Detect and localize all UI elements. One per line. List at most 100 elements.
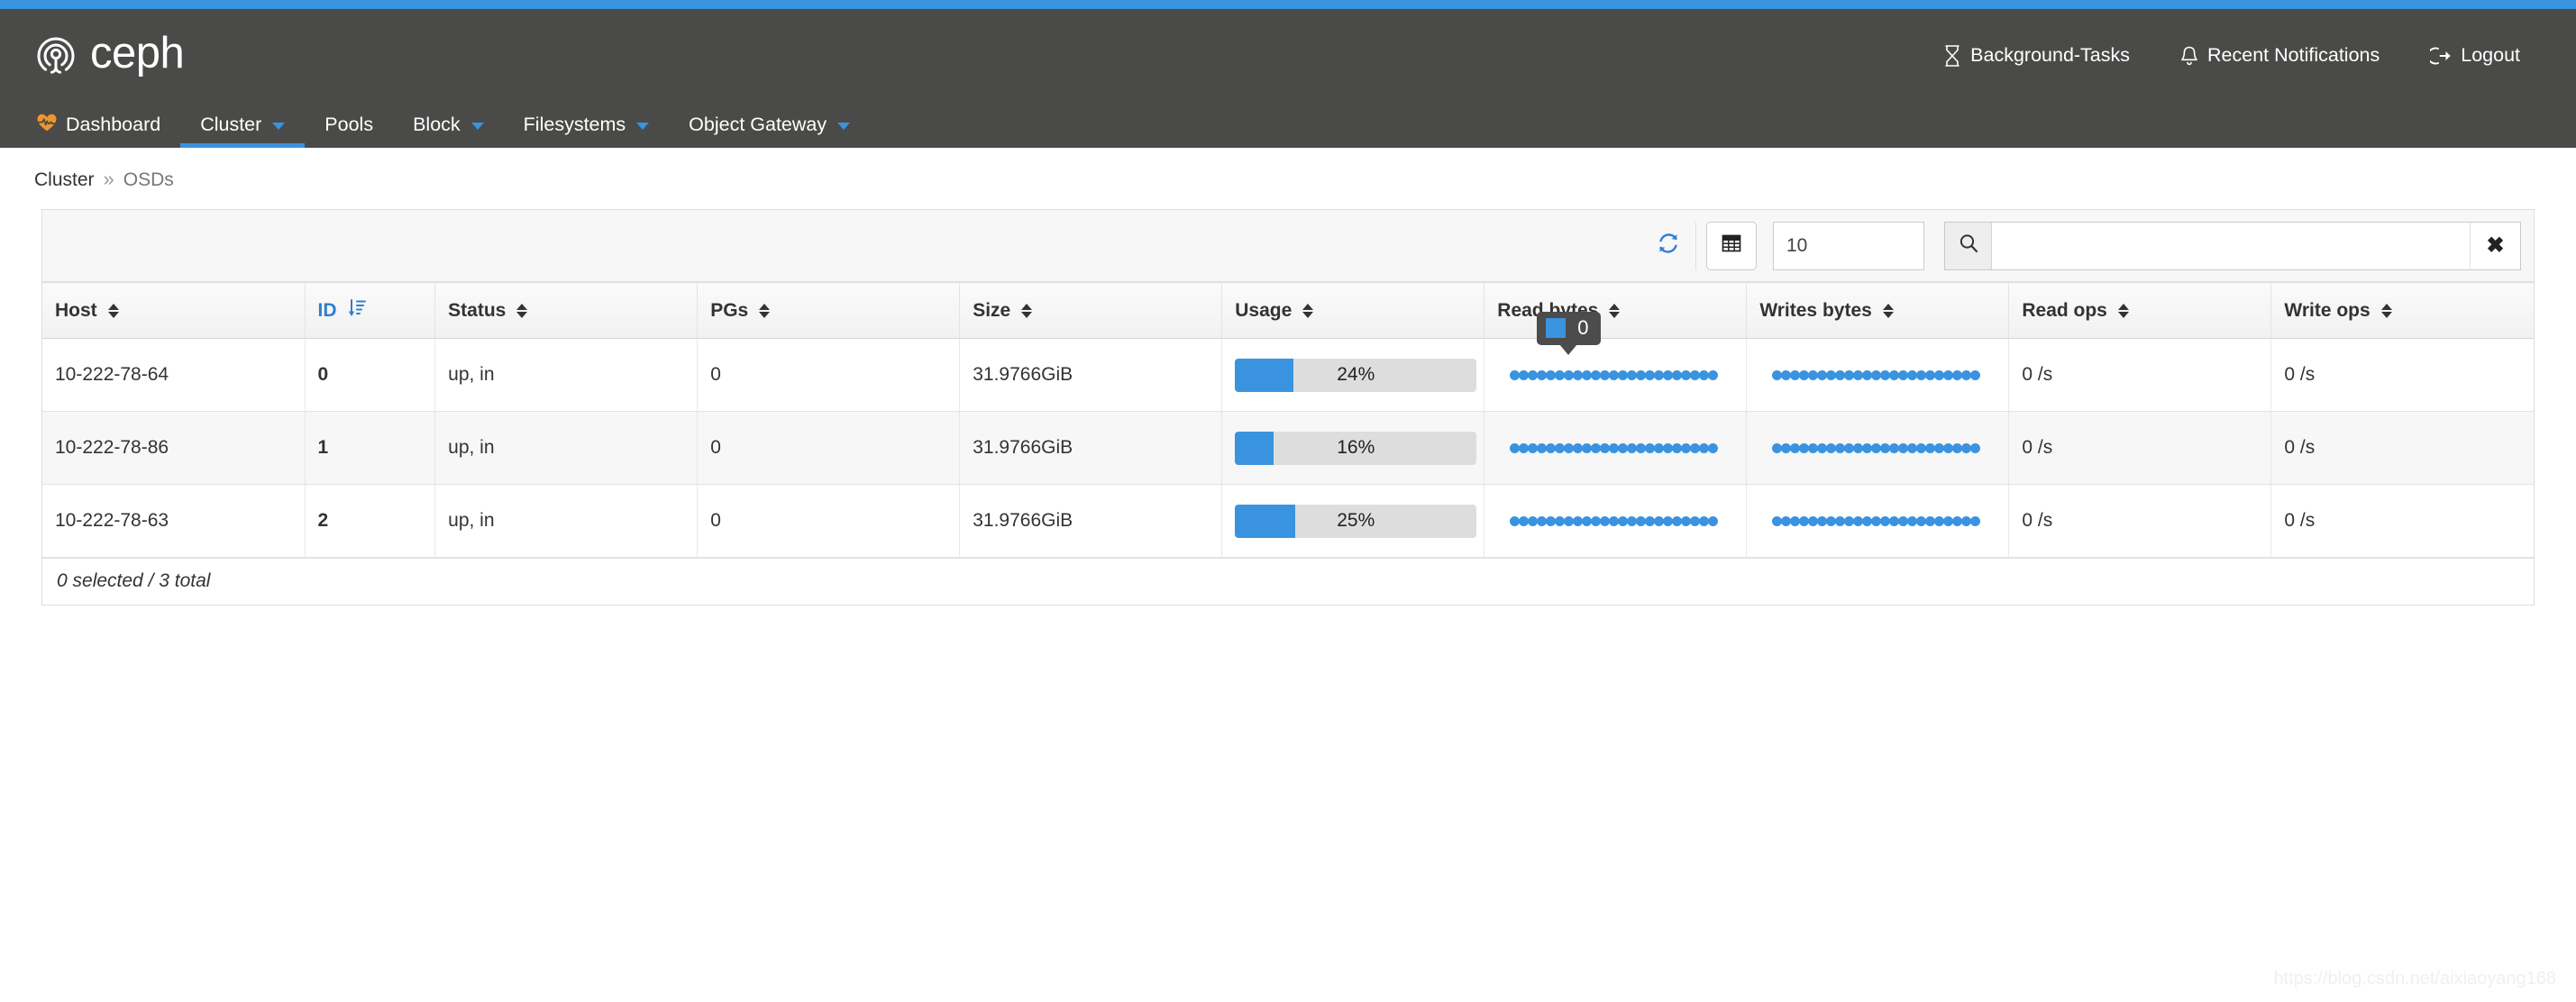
cell-writes-bytes	[1747, 412, 2009, 485]
read-bytes-sparkline[interactable]	[1497, 503, 1704, 539]
cell-read-ops: 0 /s	[2009, 485, 2271, 558]
breadcrumb: Cluster » OSDs	[0, 148, 2576, 196]
cell-writes-bytes	[1747, 339, 2009, 412]
page-limit-input[interactable]	[1773, 222, 1924, 270]
search-button[interactable]	[1945, 223, 1992, 269]
cell-write-ops: 0 /s	[2271, 485, 2534, 558]
usage-progress-bar: 16%	[1235, 432, 1476, 465]
column-header-pgs[interactable]: PGs	[698, 283, 960, 339]
cell-host: 10-222-78-64	[42, 339, 305, 412]
cell-status: up, in	[435, 485, 698, 558]
table-footer-summary: 0 selected / 3 total	[42, 558, 2534, 605]
logout-button[interactable]: Logout	[2430, 44, 2520, 67]
chevron-down-icon	[471, 123, 484, 130]
nav-item-cluster[interactable]: Cluster	[180, 102, 305, 148]
tooltip-color-swatch	[1546, 318, 1566, 338]
cell-id: 2	[305, 485, 435, 558]
nav-item-pools[interactable]: Pools	[305, 102, 393, 148]
brand[interactable]: ceph	[34, 32, 184, 79]
cell-host: 10-222-78-86	[42, 412, 305, 485]
clear-search-button[interactable]: ✖	[2470, 223, 2520, 269]
sparkline-points	[1510, 516, 1717, 526]
sort-icon	[108, 304, 119, 318]
column-header-writes-bytes[interactable]: Writes bytes	[1747, 283, 2009, 339]
column-header-write-ops[interactable]: Write ops	[2271, 283, 2534, 339]
osd-table-panel: ✖ Host ID	[41, 209, 2535, 606]
recent-notifications-button[interactable]: Recent Notifications	[2180, 44, 2380, 67]
sort-icon	[1883, 304, 1894, 318]
table-columns-icon	[1721, 232, 1742, 259]
logout-label: Logout	[2461, 44, 2520, 67]
sparkline-point	[1970, 370, 1980, 380]
top-actions: Background-Tasks Recent Notifications Lo…	[1943, 44, 2538, 67]
column-label-host: Host	[55, 300, 97, 322]
column-header-status[interactable]: Status	[435, 283, 698, 339]
breadcrumb-separator: »	[104, 168, 114, 191]
column-header-usage[interactable]: Usage	[1222, 283, 1484, 339]
column-label-status: Status	[448, 300, 506, 322]
sparkline-tooltip: 0	[1537, 312, 1600, 345]
top-accent-bar	[0, 0, 2576, 9]
sparkline-points	[1510, 443, 1717, 453]
column-header-read-bytes[interactable]: Read bytes	[1484, 283, 1747, 339]
nav-item-dashboard[interactable]: Dashboard	[16, 102, 180, 148]
cell-id: 1	[305, 412, 435, 485]
chevron-down-icon	[837, 123, 850, 130]
column-header-read-ops[interactable]: Read ops	[2009, 283, 2271, 339]
sparkline-points	[1772, 370, 1979, 380]
sparkline-point	[1708, 370, 1718, 380]
sparkline-point	[1970, 516, 1980, 526]
sparkline-points	[1510, 370, 1717, 380]
nav-item-object-gateway[interactable]: Object Gateway	[669, 102, 870, 148]
toolbar-divider	[1695, 222, 1696, 270]
cell-read-bytes	[1484, 485, 1747, 558]
nav-label-dashboard: Dashboard	[66, 114, 160, 136]
nav-label-filesystems: Filesystems	[524, 114, 626, 136]
sort-icon	[2118, 304, 2129, 318]
tooltip-value: 0	[1577, 318, 1588, 338]
writes-bytes-sparkline[interactable]	[1759, 430, 1967, 466]
read-bytes-sparkline[interactable]	[1497, 430, 1704, 466]
sort-ascending-icon	[348, 298, 366, 323]
nav-item-block[interactable]: Block	[393, 102, 504, 148]
column-header-id[interactable]: ID	[305, 283, 435, 339]
cell-id: 0	[305, 339, 435, 412]
refresh-button[interactable]	[1644, 222, 1693, 270]
writes-bytes-sparkline[interactable]	[1759, 357, 1967, 393]
nav-item-filesystems[interactable]: Filesystems	[504, 102, 669, 148]
cell-write-ops: 0 /s	[2271, 412, 2534, 485]
breadcrumb-item-osds: OSDs	[123, 169, 174, 191]
usage-progress-label: 25%	[1235, 505, 1476, 538]
column-header-host[interactable]: Host	[42, 283, 305, 339]
column-label-write-ops: Write ops	[2284, 300, 2370, 322]
nav-label-pools: Pools	[324, 114, 373, 136]
nav-label-object-gateway: Object Gateway	[689, 114, 827, 136]
column-selector-button[interactable]	[1706, 222, 1757, 270]
writes-bytes-sparkline[interactable]	[1759, 503, 1967, 539]
search-input[interactable]	[1992, 223, 2470, 269]
refresh-icon	[1657, 232, 1680, 260]
cell-size: 31.9766GiB	[960, 412, 1222, 485]
sort-icon	[2381, 304, 2392, 318]
background-tasks-button[interactable]: Background-Tasks	[1943, 44, 2130, 67]
sparkline-points	[1772, 516, 1979, 526]
sparkline-point	[1970, 443, 1980, 453]
main-navigation: Dashboard Cluster Pools Block Filesystem…	[0, 102, 2576, 148]
cell-write-ops: 0 /s	[2271, 339, 2534, 412]
usage-progress-bar: 24%	[1235, 359, 1476, 392]
sparkline-point	[1708, 443, 1718, 453]
sort-icon	[1302, 304, 1313, 318]
column-label-writes-bytes: Writes bytes	[1759, 300, 1872, 322]
background-tasks-label: Background-Tasks	[1970, 44, 2130, 67]
sort-icon	[1021, 304, 1032, 318]
table-row[interactable]: 10-222-78-64 0 up, in 0 31.9766GiB 24%	[42, 339, 2534, 412]
breadcrumb-item-cluster[interactable]: Cluster	[34, 169, 95, 191]
column-label-usage: Usage	[1235, 300, 1292, 322]
table-row[interactable]: 10-222-78-86 1 up, in 0 31.9766GiB 16%	[42, 412, 2534, 485]
read-bytes-sparkline[interactable]: 0	[1497, 357, 1704, 393]
brand-name: ceph	[90, 32, 184, 79]
column-header-size[interactable]: Size	[960, 283, 1222, 339]
cell-pgs: 0	[698, 485, 960, 558]
table-row[interactable]: 10-222-78-63 2 up, in 0 31.9766GiB 25%	[42, 485, 2534, 558]
tooltip-arrow-icon	[1559, 344, 1577, 355]
